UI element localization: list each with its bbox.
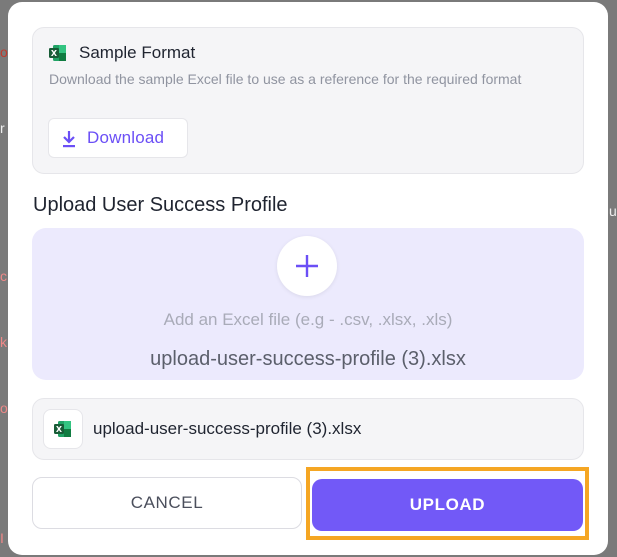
sample-format-title: Sample Format xyxy=(79,43,196,62)
background-fragment: k xyxy=(0,334,7,350)
upload-modal: X Sample Format Download the sample Exce… xyxy=(8,2,608,555)
upload-section-title: Upload User Success Profile xyxy=(33,194,288,216)
selected-file-name: upload-user-success-profile (3).xlsx xyxy=(93,419,362,438)
background-fragment: u xyxy=(609,203,617,219)
download-label: Download xyxy=(87,128,165,147)
cancel-button[interactable]: CANCEL xyxy=(32,477,302,529)
svg-text:X: X xyxy=(56,425,63,434)
background-fragment: c xyxy=(0,268,7,284)
background-fragment: r xyxy=(0,120,5,136)
dropzone-selected-filename: upload-user-success-profile (3).xlsx xyxy=(150,348,466,370)
dropzone-hint: Add an Excel file (e.g - .csv, .xlsx, .x… xyxy=(163,310,453,329)
selected-file-row: X upload-user-success-profile (3).xlsx xyxy=(32,398,584,460)
sample-format-card: X Sample Format Download the sample Exce… xyxy=(32,27,584,174)
svg-text:X: X xyxy=(51,49,58,58)
sample-format-description: Download the sample Excel file to use as… xyxy=(49,71,522,87)
add-file-button[interactable] xyxy=(277,236,337,296)
excel-icon: X xyxy=(54,420,72,438)
background-fragment: I xyxy=(0,530,4,546)
excel-icon: X xyxy=(49,44,67,62)
upload-button[interactable]: UPLOAD xyxy=(312,479,583,531)
file-dropzone[interactable]: Add an Excel file (e.g - .csv, .xlsx, .x… xyxy=(32,228,584,380)
download-icon xyxy=(61,130,77,148)
file-icon-box: X xyxy=(43,409,83,449)
download-button[interactable]: Download xyxy=(48,118,188,158)
